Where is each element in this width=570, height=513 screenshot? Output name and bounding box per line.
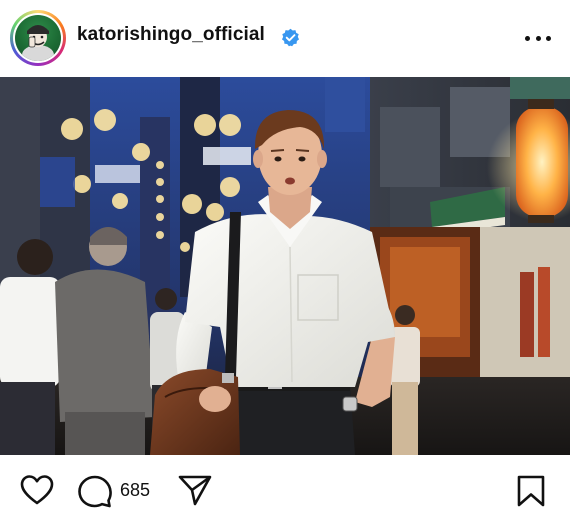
bookmark-icon[interactable] bbox=[516, 474, 546, 508]
instagram-post: katorishingo_official 685 bbox=[0, 0, 570, 513]
post-photo[interactable] bbox=[0, 77, 570, 455]
post-header: katorishingo_official bbox=[0, 0, 570, 77]
verified-badge-icon bbox=[281, 28, 300, 47]
post-image bbox=[0, 77, 570, 455]
comment-count: 685 bbox=[120, 480, 151, 500]
more-options-icon[interactable] bbox=[525, 28, 551, 48]
comment-bubble-icon[interactable] bbox=[78, 474, 112, 508]
paper-plane-icon[interactable] bbox=[178, 474, 212, 506]
avatar-story-ring[interactable] bbox=[10, 10, 66, 66]
avatar[interactable] bbox=[15, 15, 61, 61]
username[interactable]: katorishingo_official bbox=[77, 24, 265, 46]
heart-icon[interactable] bbox=[20, 474, 54, 506]
